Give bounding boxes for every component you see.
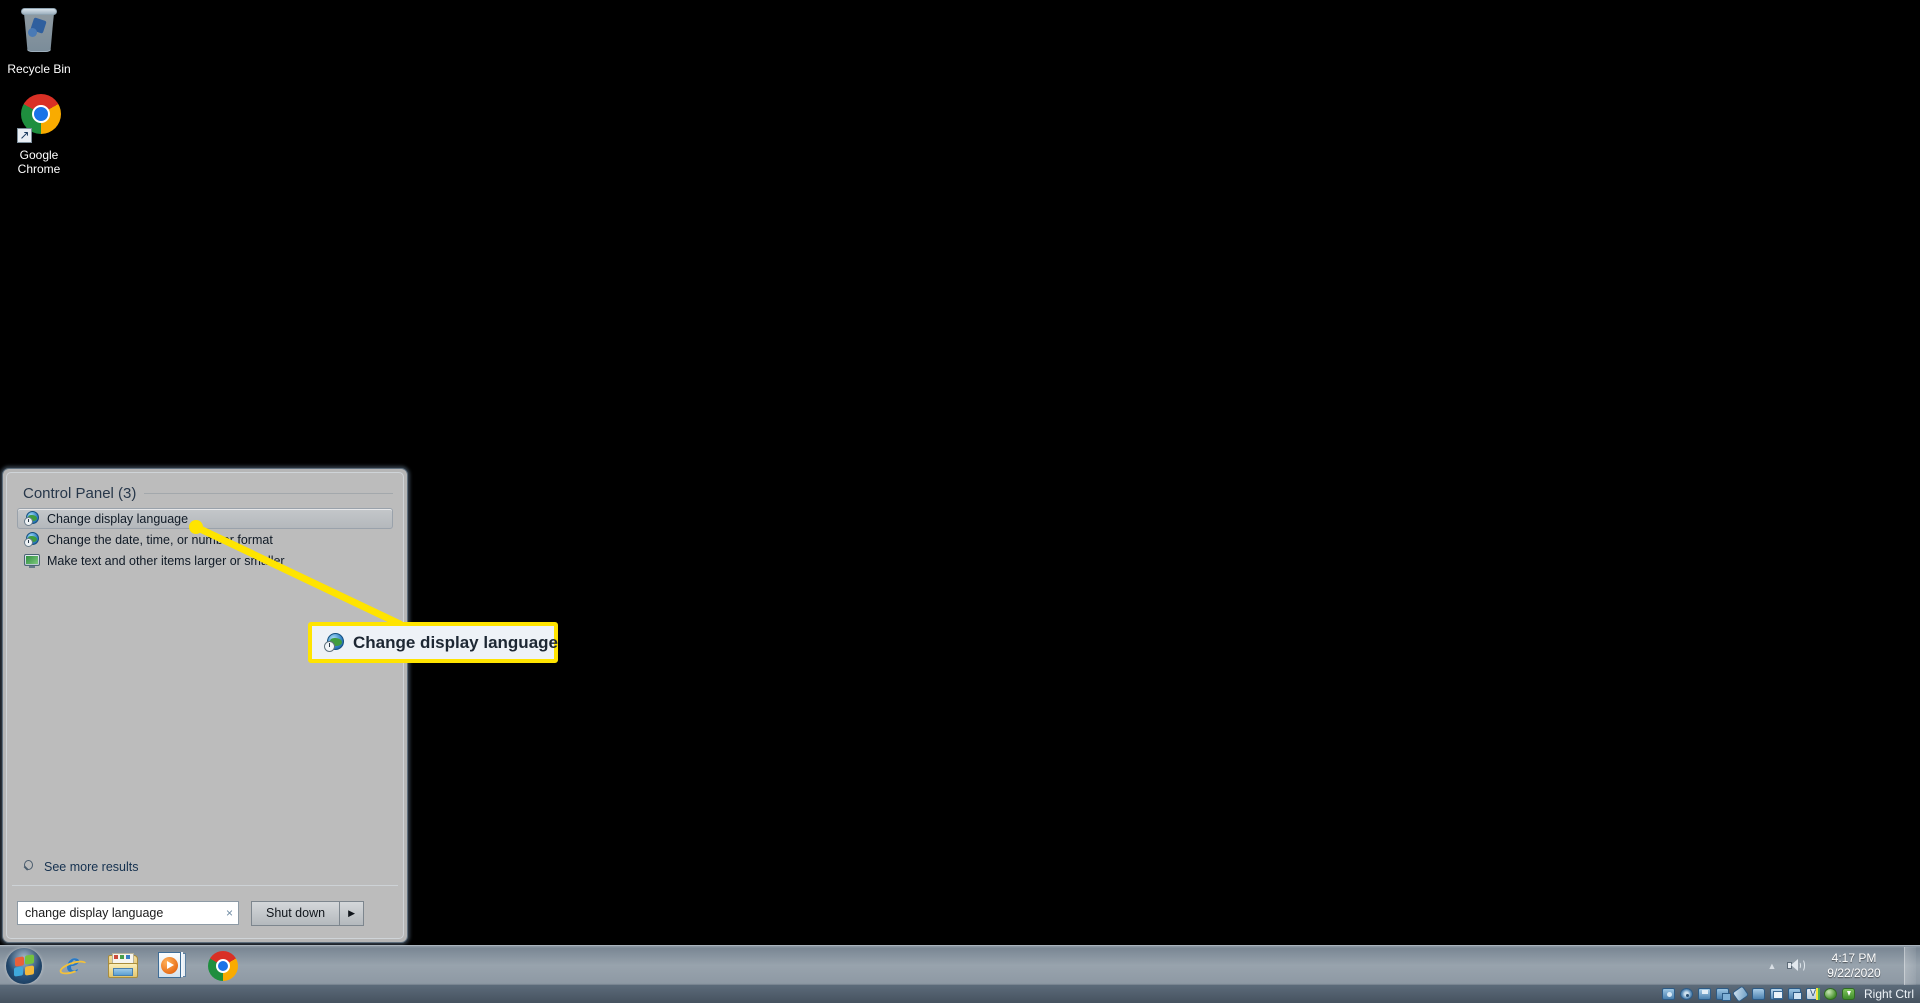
taskbar: ▲ 4:17 PM 9/22/2020	[0, 945, 1920, 985]
monitor-icon	[24, 553, 40, 569]
chrome-icon	[208, 950, 238, 981]
taskbar-item-windows-media-player[interactable]	[148, 947, 198, 985]
start-menu-divider	[12, 885, 398, 886]
host-key-label: Right Ctrl	[1863, 987, 1914, 1001]
taskbar-item-windows-explorer[interactable]	[98, 947, 148, 985]
speaker-icon	[1786, 958, 1805, 973]
desktop-icon-recycle-bin[interactable]: Recycle Bin	[0, 6, 78, 76]
desktop-icon-label-line1: Google	[19, 148, 59, 162]
result-item-change-date-time-number-format[interactable]: Change the date, time, or number format	[17, 529, 393, 550]
globe-clock-icon	[324, 632, 344, 653]
search-input-value: change display language	[25, 906, 164, 920]
show-hidden-icons-button[interactable]: ▲	[1762, 961, 1782, 971]
taskbar-item-internet-explorer[interactable]	[48, 946, 98, 985]
clock-date: 9/22/2020	[1827, 965, 1881, 980]
windows-logo-icon	[6, 947, 42, 984]
media-player-icon	[158, 952, 188, 979]
display-icon[interactable]	[1769, 987, 1784, 1001]
volume-button[interactable]	[1782, 958, 1808, 973]
result-item-label: Change display language	[47, 511, 189, 526]
network-icon[interactable]	[1715, 987, 1731, 1001]
folder-icon	[108, 952, 138, 979]
video-capture-icon[interactable]	[1787, 987, 1802, 1001]
results-group-header: Control Panel (3)	[17, 485, 393, 502]
start-button[interactable]	[0, 947, 48, 985]
desktop-icon-label-line2: Chrome	[17, 162, 61, 176]
floppy-disk-icon[interactable]	[1697, 987, 1712, 1001]
virtualbox-status-bar: Right Ctrl	[0, 985, 1920, 1003]
results-group-header-label: Control Panel (3)	[23, 485, 137, 502]
system-tray: ▲ 4:17 PM 9/22/2020	[1762, 946, 1920, 985]
see-more-results-link[interactable]: See more results	[17, 858, 144, 876]
hard-disk-icon[interactable]	[1661, 987, 1676, 1001]
start-menu-bottom-row: change display language × Shut down ▶	[17, 900, 393, 926]
clear-search-icon[interactable]: ×	[226, 907, 233, 919]
mouse-integration-icon[interactable]	[1823, 987, 1838, 1001]
result-item-label: Make text and other items larger or smal…	[47, 553, 285, 568]
result-item-label: Change the date, time, or number format	[47, 532, 273, 547]
globe-clock-icon	[24, 531, 40, 548]
recycle-bin-icon	[15, 6, 63, 58]
search-icon	[23, 860, 37, 874]
desktop[interactable]: Recycle Bin ↗ Google Chrome Control Pane…	[0, 0, 1920, 1003]
desktop-icon-google-chrome[interactable]: ↗ Google Chrome	[0, 92, 78, 176]
result-item-change-display-language[interactable]: Change display language	[17, 508, 393, 529]
chrome-icon: ↗	[15, 92, 63, 144]
usb-icon[interactable]	[1731, 985, 1750, 1003]
search-results-pane: Control Panel (3) Change display languag…	[7, 473, 403, 854]
results-group-divider	[144, 493, 393, 494]
optical-disk-icon[interactable]	[1679, 987, 1694, 1001]
globe-clock-icon	[24, 510, 40, 527]
show-desktop-button[interactable]	[1904, 946, 1916, 985]
annotation-callout-label: Change display language	[353, 632, 558, 652]
shortcut-overlay-icon: ↗	[17, 128, 32, 143]
taskbar-item-google-chrome[interactable]	[198, 947, 248, 985]
internet-explorer-icon	[58, 946, 88, 981]
clock[interactable]: 4:17 PM 9/22/2020	[1808, 951, 1900, 981]
host-key-icon[interactable]	[1841, 987, 1856, 1001]
start-menu-panel[interactable]: Control Panel (3) Change display languag…	[2, 468, 408, 943]
shutdown-options-arrow-icon[interactable]: ▶	[340, 900, 365, 926]
desktop-icon-label: Recycle Bin	[7, 62, 71, 76]
shared-folders-icon[interactable]	[1751, 987, 1766, 1001]
search-input[interactable]: change display language ×	[17, 901, 239, 925]
shutdown-control-group: Shut down ▶	[251, 900, 365, 926]
shutdown-button[interactable]: Shut down	[251, 900, 341, 926]
clock-time: 4:17 PM	[1831, 950, 1877, 965]
annotation-callout-box: Change display language	[308, 622, 558, 663]
see-more-results-label: See more results	[44, 860, 139, 874]
result-item-make-text-larger-smaller[interactable]: Make text and other items larger or smal…	[17, 550, 393, 571]
vm-features-icon[interactable]	[1805, 987, 1820, 1001]
